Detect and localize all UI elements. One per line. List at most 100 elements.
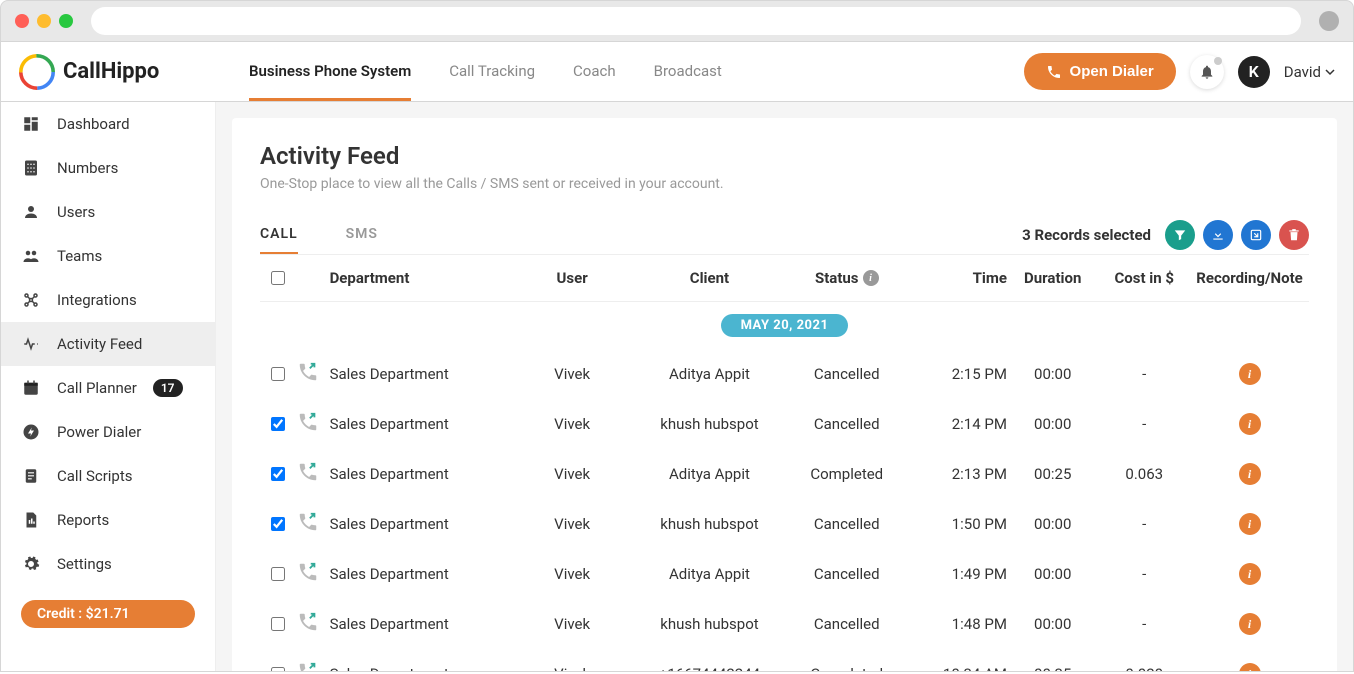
tab-business-phone[interactable]: Business Phone System (249, 42, 411, 101)
sidebar-item-power-dialer[interactable]: Power Dialer (1, 410, 215, 454)
trash-icon (1287, 228, 1301, 242)
close-window-button[interactable] (15, 14, 29, 28)
info-button[interactable]: i (1239, 513, 1261, 535)
cell-user: Vivek (513, 665, 632, 671)
download-button[interactable] (1203, 220, 1233, 250)
sidebar-item-label: Users (57, 203, 95, 221)
cell-recording: i (1190, 363, 1309, 385)
filter-button[interactable] (1165, 220, 1195, 250)
info-button[interactable]: i (1239, 613, 1261, 635)
table-row: Sales DepartmentVivekAditya AppitCancell… (260, 549, 1309, 599)
cell-status: Cancelled (787, 365, 906, 383)
row-checkbox[interactable] (271, 667, 285, 671)
tab-coach[interactable]: Coach (573, 42, 616, 101)
user-menu[interactable]: David (1284, 63, 1335, 81)
sidebar-item-integrations[interactable]: Integrations (1, 278, 215, 322)
cell-status: Completed (787, 465, 906, 483)
col-cost: Cost in $ (1098, 269, 1190, 287)
sidebar-item-dashboard[interactable]: Dashboard (1, 102, 215, 146)
notifications-button[interactable] (1190, 55, 1224, 89)
row-checkbox[interactable] (271, 367, 285, 381)
info-button[interactable]: i (1239, 413, 1261, 435)
cell-client: +16674442244 (632, 665, 788, 671)
sidebar-badge: 17 (153, 379, 183, 397)
info-button[interactable]: i (1239, 363, 1261, 385)
dashboard-icon (21, 114, 41, 134)
teams-icon (21, 246, 41, 266)
sidebar-item-reports[interactable]: Reports (1, 498, 215, 542)
select-all-checkbox[interactable] (271, 271, 285, 285)
cell-time: 1:49 PM (906, 565, 1007, 583)
row-checkbox[interactable] (271, 567, 285, 581)
cell-cost: 0.020 (1098, 665, 1190, 671)
settings-icon (21, 554, 41, 574)
cell-cost: - (1098, 565, 1190, 583)
outgoing-call-icon (297, 361, 319, 383)
app-header: CallHippo Business Phone System Call Tra… (0, 42, 1354, 102)
cell-time: 2:13 PM (906, 465, 1007, 483)
table-row: Sales DepartmentVivekkhush hubspotCancel… (260, 399, 1309, 449)
url-bar[interactable] (91, 7, 1301, 35)
brand-name: CallHippo (63, 59, 159, 84)
status-info-icon[interactable]: i (863, 270, 879, 286)
tab-broadcast[interactable]: Broadcast (654, 42, 722, 101)
credit-badge[interactable]: Credit : $21.71 (21, 600, 195, 628)
sub-tab-call[interactable]: CALL (260, 216, 298, 254)
date-pill: MAY 20, 2021 (721, 314, 849, 337)
cell-duration: 00:00 (1007, 365, 1099, 383)
sidebar-item-settings[interactable]: Settings (1, 542, 215, 586)
sidebar-item-label: Settings (57, 555, 112, 573)
table-row: Sales DepartmentVivekAditya AppitCancell… (260, 349, 1309, 399)
table-header: Department User Client Statusi Time Dura… (260, 255, 1309, 302)
maximize-window-button[interactable] (59, 14, 73, 28)
cell-user: Vivek (513, 365, 632, 383)
row-checkbox[interactable] (271, 617, 285, 631)
info-button[interactable]: i (1239, 463, 1261, 485)
cell-client: Aditya Appit (632, 465, 788, 483)
integrations-icon (21, 290, 41, 310)
cell-cost: - (1098, 415, 1190, 433)
user-name-label: David (1284, 63, 1321, 81)
open-dialer-button[interactable]: Open Dialer (1024, 53, 1176, 90)
sidebar-item-users[interactable]: Users (1, 190, 215, 234)
delete-button[interactable] (1279, 220, 1309, 250)
cell-department: Sales Department (330, 615, 513, 633)
export-button[interactable] (1241, 220, 1271, 250)
sidebar-item-call-planner[interactable]: Call Planner17 (1, 366, 215, 410)
numbers-icon (21, 158, 41, 178)
row-checkbox[interactable] (271, 517, 285, 531)
sidebar-item-label: Power Dialer (57, 423, 141, 441)
sidebar-item-activity-feed[interactable]: Activity Feed (1, 322, 215, 366)
row-checkbox[interactable] (271, 467, 285, 481)
cell-user: Vivek (513, 615, 632, 633)
sidebar-item-numbers[interactable]: Numbers (1, 146, 215, 190)
tab-call-tracking[interactable]: Call Tracking (449, 42, 535, 101)
sub-tab-sms[interactable]: SMS (346, 216, 378, 254)
sidebar-item-label: Dashboard (57, 115, 130, 133)
row-checkbox[interactable] (271, 417, 285, 431)
activity-icon (21, 334, 41, 354)
profile-dot[interactable] (1319, 11, 1339, 31)
cell-user: Vivek (513, 515, 632, 533)
sidebar-item-teams[interactable]: Teams (1, 234, 215, 278)
cell-status: Cancelled (787, 565, 906, 583)
cell-time: 1:50 PM (906, 515, 1007, 533)
cell-department: Sales Department (330, 365, 513, 383)
avatar[interactable]: K (1238, 56, 1270, 88)
reports-icon (21, 510, 41, 530)
minimize-window-button[interactable] (37, 14, 51, 28)
sidebar-item-label: Integrations (57, 291, 137, 309)
cell-duration: 00:35 (1007, 665, 1099, 671)
cell-time: 2:14 PM (906, 415, 1007, 433)
outgoing-call-icon (297, 511, 319, 533)
cell-recording: i (1190, 663, 1309, 671)
cell-recording: i (1190, 513, 1309, 535)
cell-time: 1:48 PM (906, 615, 1007, 633)
info-button[interactable]: i (1239, 563, 1261, 585)
sidebar-item-call-scripts[interactable]: Call Scripts (1, 454, 215, 498)
cell-department: Sales Department (330, 565, 513, 583)
users-icon (21, 202, 41, 222)
cell-duration: 00:00 (1007, 515, 1099, 533)
info-button[interactable]: i (1239, 663, 1261, 671)
cell-department: Sales Department (330, 415, 513, 433)
